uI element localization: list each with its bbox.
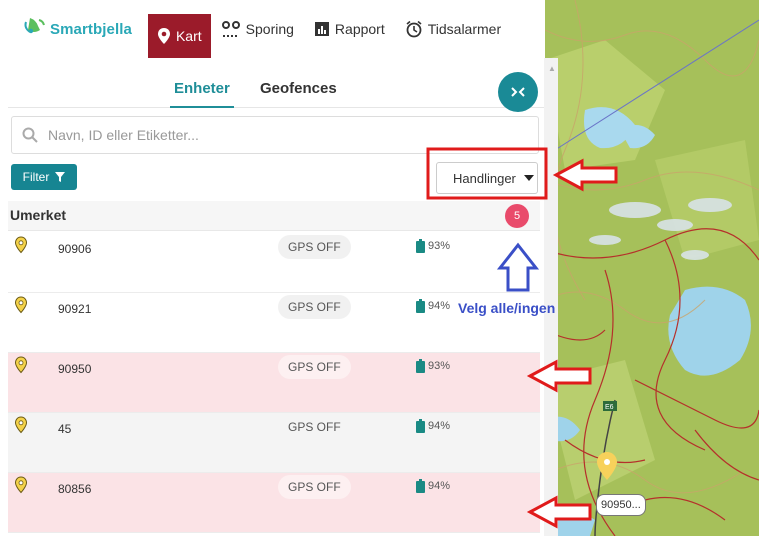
top-nav: Smartbjella Kart Sporing Rapport Tidsala… xyxy=(0,0,545,58)
group-header[interactable]: Umerket xyxy=(8,201,540,231)
report-icon xyxy=(314,21,330,37)
device-panel: Enheter Geofences Filter Handlinger Umer… xyxy=(8,58,544,536)
gps-status-badge: GPS OFF xyxy=(278,235,351,259)
device-id: 80856 xyxy=(58,482,92,496)
battery-status: 94% xyxy=(416,419,450,433)
map-pin-icon xyxy=(157,27,171,45)
brand-logo[interactable]: Smartbjella xyxy=(22,0,132,58)
topo-map: E6 xyxy=(545,0,759,536)
battery-status: 94% xyxy=(416,479,450,493)
map-marker-label[interactable]: 90950... xyxy=(596,494,646,516)
nav-item-label: Kart xyxy=(175,28,202,44)
device-pin-icon xyxy=(14,356,28,379)
brand-bell-icon xyxy=(22,16,48,43)
device-id: 90906 xyxy=(58,242,92,256)
funnel-icon xyxy=(55,172,66,182)
filter-button[interactable]: Filter xyxy=(11,164,77,190)
search-input[interactable] xyxy=(48,127,508,143)
device-pin-icon xyxy=(14,296,28,319)
nav-item-label: Rapport xyxy=(334,21,385,37)
battery-status: 94% xyxy=(416,299,450,313)
alarm-clock-icon xyxy=(405,20,423,38)
search-icon xyxy=(22,127,38,143)
tracking-icon xyxy=(221,20,241,38)
battery-level: 93% xyxy=(428,240,451,252)
nav-item-tidsalarmer[interactable]: Tidsalarmer xyxy=(395,0,511,58)
battery-icon xyxy=(416,479,425,493)
panel-scrollbar[interactable]: ▲ xyxy=(544,58,558,536)
road-label: E6 xyxy=(605,404,614,411)
device-row[interactable]: 90950 GPS OFF 93% xyxy=(8,353,540,413)
battery-icon xyxy=(416,299,425,313)
device-pin-icon xyxy=(14,416,28,439)
device-pin-icon xyxy=(14,236,28,259)
battery-icon xyxy=(416,239,425,253)
gps-status-badge: GPS OFF xyxy=(278,295,351,319)
device-row[interactable]: 90906 GPS OFF 93% xyxy=(8,233,540,293)
battery-icon xyxy=(416,419,425,433)
nav-item-sporing[interactable]: Sporing xyxy=(211,0,304,58)
device-id: 90921 xyxy=(58,302,92,316)
device-pin-icon xyxy=(14,476,28,499)
panel-tabs: Enheter Geofences xyxy=(8,58,544,112)
nav-item-rapport[interactable]: Rapport xyxy=(304,0,395,58)
collapse-arrows-icon xyxy=(511,87,525,97)
caret-down-icon xyxy=(523,175,534,181)
actions-label: Handlinger xyxy=(453,170,516,186)
map-view[interactable]: E6 xyxy=(545,0,759,536)
device-list: 90906 GPS OFF 93% 90921 GPS OFF 94% 9095… xyxy=(8,233,540,533)
nav-item-label: Sporing xyxy=(245,21,294,37)
nav-item-kart[interactable]: Kart xyxy=(147,14,211,58)
battery-status: 93% xyxy=(416,359,450,373)
collapse-panel-button[interactable] xyxy=(498,72,538,112)
device-row[interactable]: 45 GPS OFF 94% xyxy=(8,413,540,473)
battery-status: 93% xyxy=(416,239,450,253)
nav-item-label: Tidsalarmer xyxy=(427,21,502,37)
group-label: Umerket xyxy=(10,207,67,223)
tab-geofences[interactable]: Geofences xyxy=(260,80,337,97)
battery-level: 94% xyxy=(428,300,451,312)
brand-name: Smartbjella xyxy=(50,20,132,38)
select-all-count-badge[interactable]: 5 xyxy=(505,204,529,228)
select-all-annotation: Velg alle/ingen xyxy=(458,300,556,316)
scroll-up-icon[interactable]: ▲ xyxy=(548,64,556,73)
battery-icon xyxy=(416,359,425,373)
gps-status-badge: GPS OFF xyxy=(278,475,351,499)
gps-status-badge: GPS OFF xyxy=(278,355,351,379)
device-id: 45 xyxy=(58,422,72,436)
battery-level: 94% xyxy=(428,420,451,432)
search-box[interactable] xyxy=(11,116,539,154)
device-row[interactable]: 80856 GPS OFF 94% xyxy=(8,473,540,533)
device-id: 90950 xyxy=(58,362,92,376)
gps-status-badge: GPS OFF xyxy=(288,420,341,434)
filter-label: Filter xyxy=(22,170,50,184)
battery-level: 93% xyxy=(428,360,451,372)
tab-enheter[interactable]: Enheter xyxy=(170,80,234,108)
battery-level: 94% xyxy=(428,480,451,492)
actions-dropdown[interactable]: Handlinger xyxy=(436,162,538,194)
